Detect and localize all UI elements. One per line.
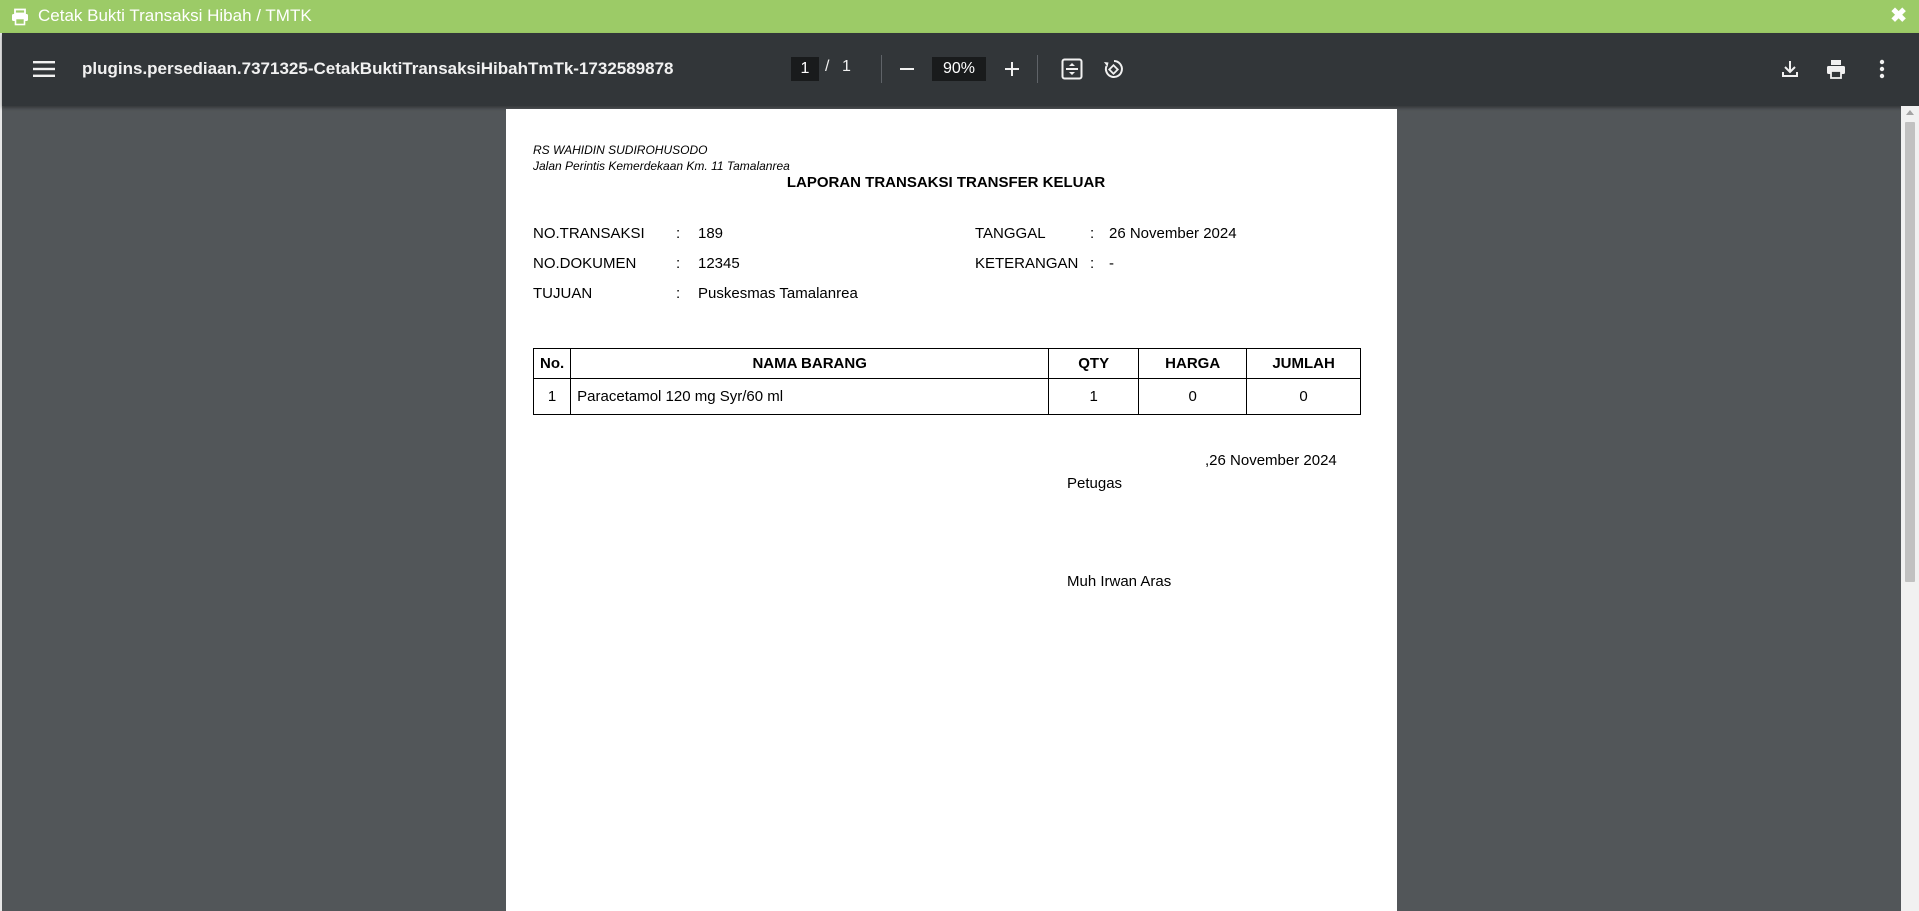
table-cell: 1 (532, 378, 572, 415)
hospital-name: RS WAHIDIN SUDIROHUSODO (533, 143, 708, 157)
tanggal-value: 26 November 2024 (1109, 225, 1237, 242)
table-header-row: No. NAMA BARANG QTY HARGA JUMLAH (532, 348, 1361, 379)
fit-page-icon[interactable] (1054, 51, 1090, 87)
field-colon: : (1090, 255, 1095, 272)
field-label: KETERANGAN (975, 255, 1079, 272)
page-separator: / (825, 58, 830, 75)
field-label: TANGGAL (975, 225, 1046, 242)
window-titlebar: Cetak Bukti Transaksi Hibah / TMTK ✖ (0, 0, 1919, 33)
column-header: QTY (1048, 348, 1140, 379)
zoom-out-icon[interactable] (889, 51, 925, 87)
signature-role: Petugas (1067, 475, 1123, 492)
hospital-header: RS WAHIDIN SUDIROHUSODO Jalan Perintis K… (533, 142, 790, 174)
field-label: NO.TRANSAKSI (533, 225, 645, 242)
pdf-page: RS WAHIDIN SUDIROHUSODO Jalan Perintis K… (506, 109, 1397, 911)
field-colon: : (1090, 225, 1095, 242)
signature-date: ,26 November 2024 (1205, 452, 1337, 469)
items-table: No. NAMA BARANG QTY HARGA JUMLAH 1 Parac… (532, 348, 1361, 415)
field-colon: : (676, 255, 681, 272)
no-transaksi-value: 189 (698, 225, 724, 242)
field-colon: : (676, 225, 681, 242)
more-icon[interactable] (1864, 51, 1900, 87)
pdf-viewer: plugins.persediaan.7371325-CetakBuktiTra… (0, 33, 1919, 911)
table-row: 1 Paracetamol 120 mg Syr/60 ml 1 0 0 (532, 378, 1361, 415)
rotate-icon[interactable] (1095, 51, 1131, 87)
printer-icon (12, 8, 28, 26)
column-header: No. (532, 348, 572, 379)
column-header: HARGA (1138, 348, 1248, 379)
scrollbar-thumb[interactable] (1905, 122, 1915, 582)
keterangan-value: - (1109, 255, 1114, 272)
field-label: TUJUAN (533, 285, 593, 302)
signature-name: Muh Irwan Aras (1067, 573, 1172, 590)
window-title: Cetak Bukti Transaksi Hibah / TMTK (38, 6, 312, 25)
vertical-scrollbar[interactable] (1901, 106, 1919, 911)
document-filename: plugins.persediaan.7371325-CetakBuktiTra… (82, 59, 674, 78)
close-icon[interactable]: ✖ (1890, 5, 1907, 27)
hospital-address: Jalan Perintis Kemerdekaan Km. 11 Tamala… (533, 159, 790, 173)
table-cell: Paracetamol 120 mg Syr/60 ml (570, 378, 1050, 415)
table-cell: 1 (1048, 378, 1140, 415)
column-header: JUMLAH (1246, 348, 1361, 379)
field-colon: : (676, 285, 681, 302)
download-icon[interactable] (1772, 51, 1808, 87)
zoom-in-icon[interactable] (994, 51, 1030, 87)
pdf-toolbar: plugins.persediaan.7371325-CetakBuktiTra… (2, 33, 1919, 106)
table-cell: 0 (1246, 378, 1361, 415)
column-header: NAMA BARANG (570, 348, 1050, 379)
table-cell: 0 (1138, 378, 1248, 415)
page-number-input[interactable]: 1 (791, 57, 819, 81)
total-pages: 1 (842, 58, 851, 75)
zoom-level-input[interactable]: 90% (932, 57, 986, 81)
toolbar-divider (1037, 55, 1038, 83)
no-dokumen-value: 12345 (698, 255, 740, 272)
print-icon[interactable] (1818, 51, 1854, 87)
scroll-up-arrow[interactable] (1906, 110, 1914, 115)
field-label: NO.DOKUMEN (533, 255, 637, 272)
menu-icon[interactable] (26, 51, 62, 87)
tujuan-value: Puskesmas Tamalanrea (698, 285, 858, 302)
report-title: LAPORAN TRANSAKSI TRANSFER KELUAR (786, 174, 1106, 191)
toolbar-divider (881, 55, 882, 83)
